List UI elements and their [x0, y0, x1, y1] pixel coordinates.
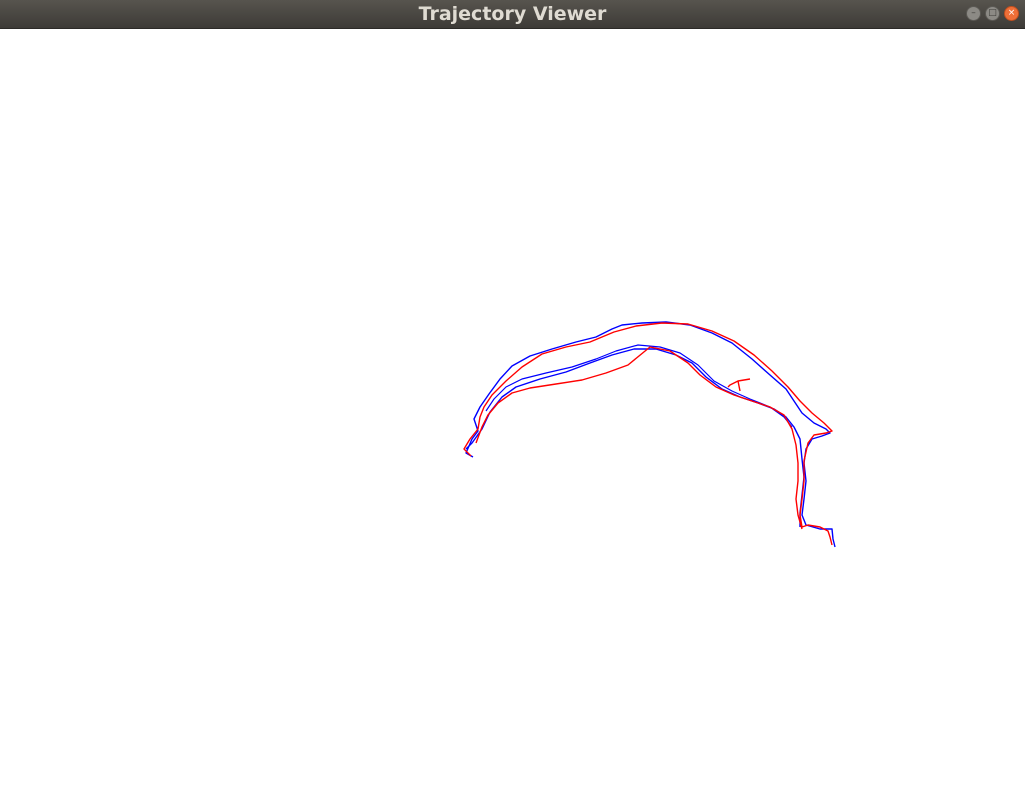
- trajectory-viewer-window: Trajectory Viewer – □ ×: [0, 0, 1025, 798]
- window-title: Trajectory Viewer: [418, 3, 607, 25]
- trajectory-path-red: [463, 322, 833, 546]
- trajectory-path-blue: [465, 321, 836, 548]
- trajectory-path-blue-mid: [485, 344, 793, 428]
- close-icon[interactable]: ×: [1004, 6, 1019, 21]
- window-controls: – □ ×: [966, 6, 1019, 22]
- trajectory-path-blue-inner: [465, 348, 805, 527]
- trajectory-path-red-branch: [727, 378, 751, 392]
- title-bar[interactable]: Trajectory Viewer – □ ×: [0, 0, 1025, 29]
- maximize-icon[interactable]: □: [985, 6, 1000, 21]
- minimize-icon[interactable]: –: [966, 6, 981, 21]
- trajectory-plot: [463, 321, 836, 548]
- trajectory-canvas[interactable]: [0, 29, 1025, 798]
- trajectory-path-red-inner: [475, 346, 803, 530]
